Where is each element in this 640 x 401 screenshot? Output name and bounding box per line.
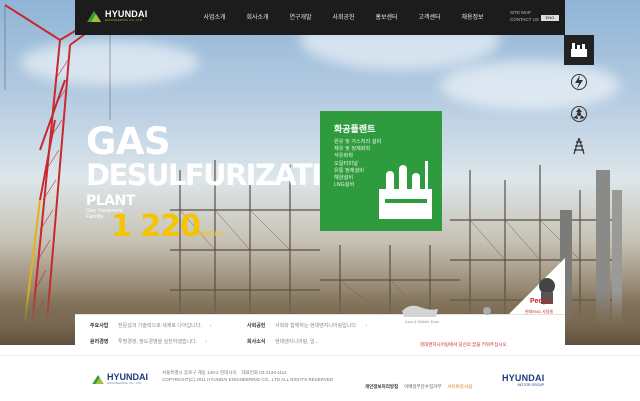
map-label: Asia & Middle East: [405, 319, 439, 324]
chemical-plant-icon: [379, 161, 432, 219]
people-title: People: [530, 298, 553, 305]
world-map-thumbnail[interactable]: [400, 301, 440, 319]
main-menu: 사업소개 회사소개 연구개발 사회공헌 홍보센터 고객센터 채용정보: [193, 12, 494, 21]
group-logo-subtitle: MOTOR GROUP: [517, 383, 545, 387]
factory-icon: [571, 43, 587, 57]
language-button[interactable]: ENG: [541, 15, 559, 21]
lightning-icon: [571, 74, 587, 90]
row-label: 윤리경영: [90, 339, 109, 345]
card-list: 원유 및 가스처리 설비 제유 및 정제화학 석유화학 오일터미널 유통 정제설…: [334, 139, 381, 189]
email-refusal-link[interactable]: 이메일무단수집거부: [404, 384, 441, 390]
logo-subtitle: ENGINEERING CO.,LTD.: [105, 18, 144, 22]
contact-link[interactable]: CONTACT US: [510, 16, 539, 23]
card-list-item[interactable]: 석유화학: [334, 153, 381, 160]
footer: HYUNDAI ENGINEERING CO., LTD. 서울특별시 종로구 …: [0, 355, 640, 401]
footer-links: 개인정보처리방침 이메일무단수집거부 사이버감사실: [365, 384, 472, 390]
nuclear-icon: [571, 106, 587, 122]
business-icon-rail: [564, 35, 594, 163]
top-navigation-bar: HYUNDAI ENGINEERING CO.,LTD. 사업소개 회사소개 연…: [75, 0, 565, 35]
headline-line-3: PLANT: [86, 193, 135, 209]
row-label: 주요사업: [90, 323, 109, 329]
chemical-plant-card[interactable]: 화공플랜트 원유 및 가스처리 설비 제유 및 정제화학 석유화학 오일터미널 …: [320, 111, 442, 231]
row-text: 현대엔지니어링, 일...: [275, 339, 319, 345]
logo-name: HYUNDAI: [105, 9, 148, 19]
rail-button-nuclear[interactable]: [564, 99, 594, 129]
sitemap-link[interactable]: SITE MAP: [510, 9, 539, 16]
chevron-right-icon: ›: [209, 322, 212, 329]
rail-button-infra[interactable]: [564, 131, 594, 161]
footer-logo-name: HYUNDAI: [107, 372, 149, 382]
people-link[interactable]: People 현대ENG 사람들: [495, 258, 565, 318]
nav-item-company[interactable]: 회사소개: [236, 12, 279, 21]
row-text: 전문성과 기술력으로 세계로 나아갑니다.: [118, 323, 202, 329]
panel-row-news[interactable]: 회사소식 현대엔지니어링, 일...: [247, 338, 319, 345]
privacy-policy-link[interactable]: 개인정보처리방침: [365, 384, 398, 390]
chevron-right-icon: ›: [205, 338, 207, 345]
chevron-right-icon: ›: [365, 322, 368, 329]
card-list-item[interactable]: 오일터미널: [334, 161, 381, 168]
utility-links: SITE MAP CONTACT US: [510, 9, 539, 23]
rail-button-power[interactable]: [564, 67, 594, 97]
recruit-promo-text[interactable]: 현대엔지니어링에서 당신의 꿈을 키워주십시오.: [420, 342, 508, 348]
row-text: 투명경영, 정도경영을 실천하겠습니다.: [118, 339, 198, 345]
nav-item-social[interactable]: 사회공헌: [322, 12, 365, 21]
nav-item-research[interactable]: 연구개발: [279, 12, 322, 21]
footer-logo: HYUNDAI ENGINEERING CO., LTD.: [92, 373, 148, 385]
footer-address: 서울특별시 종로구 계동 140-2 현대사옥 대표전화 02-2134-111…: [162, 370, 287, 376]
capacity-unit: MMSCFD: [196, 232, 223, 238]
row-label: 회사소식: [247, 339, 266, 345]
group-logo[interactable]: HYUNDAI MOTOR GROUP: [502, 373, 544, 387]
cyber-audit-link[interactable]: 사이버감사실: [447, 384, 472, 390]
footer-copyright: COPYRIGHT(C) 2011 HYUNDAI ENGINEERING CO…: [162, 377, 334, 382]
panel-row-ethics[interactable]: 윤리경영 투명경영, 정도경영을 실천하겠습니다. ›: [90, 338, 207, 346]
group-logo-name: HYUNDAI: [502, 373, 545, 383]
nav-item-pr-center[interactable]: 홍보센터: [365, 12, 408, 21]
panel-row-social[interactable]: 사회공헌 사회와 함께하는 현대엔지니어링입니다. ›: [247, 322, 368, 330]
phone-text: 대표전화 02-2134-1114: [241, 370, 287, 375]
address-text: 서울특별시 종로구 계동 140-2 현대사옥: [162, 370, 237, 375]
card-list-item[interactable]: 유통 정제설비: [334, 168, 381, 175]
capacity-number: 1 220: [111, 209, 201, 244]
nav-item-customer[interactable]: 고객센터: [408, 12, 451, 21]
row-label: 사회공헌: [247, 323, 266, 329]
nav-item-business[interactable]: 사업소개: [193, 12, 236, 21]
triangle-logo-icon: [92, 374, 104, 384]
card-list-item[interactable]: LNG설비: [334, 182, 381, 189]
scroll-indicator-icon[interactable]: [483, 307, 491, 315]
footer-logo-subtitle: ENGINEERING CO., LTD.: [107, 381, 143, 385]
row-text: 사회와 함께하는 현대엔지니어링입니다.: [275, 323, 358, 329]
rail-button-plant[interactable]: [564, 35, 594, 65]
pylon-icon: [573, 137, 585, 155]
company-logo[interactable]: HYUNDAI ENGINEERING CO.,LTD.: [87, 10, 147, 22]
triangle-logo-icon: [87, 10, 101, 22]
panel-row-business[interactable]: 주요사업 전문성과 기술력으로 세계로 나아갑니다. ›: [90, 322, 212, 330]
card-title: 화공플랜트: [334, 124, 376, 134]
info-panel: 주요사업 전문성과 기술력으로 세계로 나아갑니다. › 윤리경영 투명경영, …: [75, 305, 565, 349]
nav-item-recruit[interactable]: 채용정보: [451, 12, 494, 21]
